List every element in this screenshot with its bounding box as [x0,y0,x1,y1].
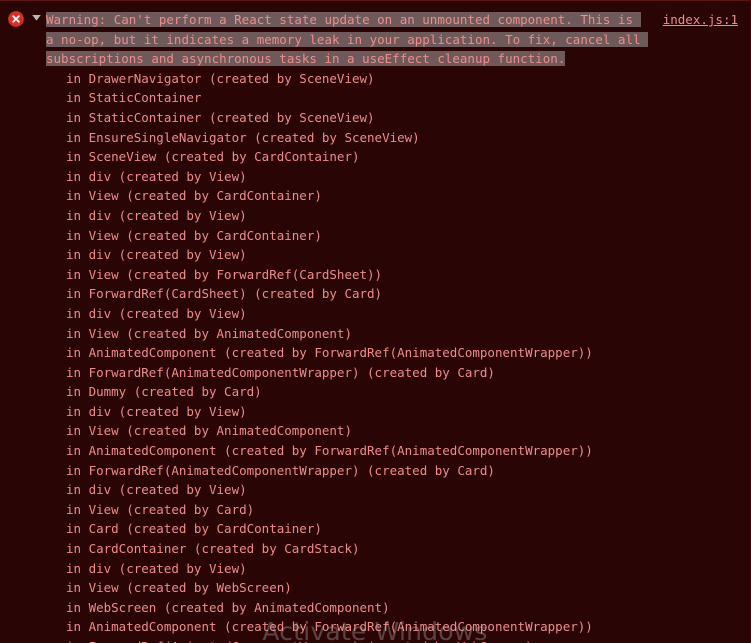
component-stack-line: in WebScreen (created by AnimatedCompone… [66,599,390,615]
component-stack-line: in AnimatedComponent (created by Forward… [66,443,593,459]
component-stack-line: in div (created by View) [66,305,247,321]
component-stack-line: in div (created by View) [66,560,247,576]
console-panel[interactable]: Warning: Can't perform a React state upd… [0,0,751,643]
source-file-link[interactable]: index.js:1 [663,10,738,30]
component-stack-line: in AnimatedComponent (created by Forward… [66,345,593,361]
component-stack-line: in div (created by View) [66,207,247,223]
component-stack-line: in ForwardRef(AnimatedComponentWrapper) … [66,637,750,643]
component-stack-line: in ForwardRef(AnimatedComponentWrapper) … [66,462,495,478]
warning-message-selection: Warning: Can't perform a React state upd… [46,12,649,67]
component-stack-line: in AnimatedComponent (created by Forward… [66,619,593,635]
component-stack-line: in StaticContainer (created by SceneView… [66,109,375,125]
component-stack-line: in StaticContainer [66,90,202,106]
error-circle-x-icon [8,11,24,27]
component-stack-line: in DrawerNavigator (created by SceneView… [66,70,375,86]
console-error-message[interactable]: Warning: Can't perform a React state upd… [0,1,750,643]
component-stack-line: in View (created by ForwardRef(CardSheet… [66,266,383,282]
component-stack-line: in View (created by AnimatedComponent) [66,423,352,439]
component-stack-line: in View (created by CardContainer) [66,227,322,243]
component-stack-line: in View (created by Card) [66,501,255,517]
console-message-header: Warning: Can't perform a React state upd… [0,1,750,69]
component-stack-line: in div (created by View) [66,247,247,263]
warning-message-text: Warning: Can't perform a React state upd… [0,10,649,69]
component-stack-line: in CardContainer (created by CardStack) [66,541,360,557]
component-stack-line: in div (created by View) [66,403,247,419]
component-stack-line: in View (created by WebScreen) [66,580,292,596]
component-stack-line: in ForwardRef(CardSheet) (created by Car… [66,286,383,302]
component-stack-line: in View (created by CardContainer) [66,188,322,204]
disclosure-triangle-down-icon[interactable] [31,12,42,23]
component-stack-line: in Card (created by CardContainer) [66,521,322,537]
component-stack-line: in SceneView (created by CardContainer) [66,149,360,165]
component-stack-line: in div (created by View) [66,482,247,498]
component-stack-line: in div (created by View) [66,168,247,184]
component-stack-line: in ForwardRef(AnimatedComponentWrapper) … [66,364,495,380]
component-stack-line: in View (created by AnimatedComponent) [66,325,352,341]
component-stack-line: in Dummy (created by Card) [66,384,262,400]
component-stack-list: in DrawerNavigator (created by SceneView… [0,69,750,643]
component-stack-line: in EnsureSingleNavigator (created by Sce… [66,129,420,145]
